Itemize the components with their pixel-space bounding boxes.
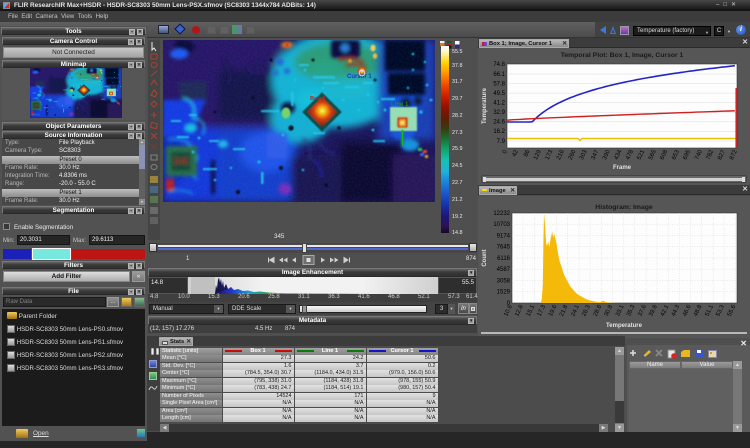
svg-text:Temporal Plot: Box 1, Image, C: Temporal Plot: Box 1, Image, Cursor 1 [561, 52, 684, 59]
svg-text:24.6: 24.6 [493, 120, 505, 126]
svg-text:32.9: 32.9 [493, 110, 505, 116]
svg-text:37.8: 37.8 [452, 63, 463, 69]
svg-text:49.5: 49.5 [493, 91, 505, 97]
svg-text:21.2: 21.2 [452, 197, 463, 203]
svg-text:9174: 9174 [497, 233, 511, 239]
svg-text:66.1: 66.1 [493, 72, 505, 78]
svg-text:28.2: 28.2 [452, 113, 463, 119]
svg-text:1529: 1529 [497, 290, 511, 296]
svg-text:Histogram: Image: Histogram: Image [595, 204, 653, 211]
svg-text:29.7: 29.7 [452, 96, 463, 102]
svg-text:24.5: 24.5 [452, 163, 463, 169]
svg-text:57.8: 57.8 [493, 81, 505, 87]
svg-text:55.5: 55.5 [452, 49, 463, 55]
svg-text:27.3: 27.3 [452, 130, 463, 136]
svg-text:Box 1: Box 1 [310, 96, 327, 102]
svg-text:12232: 12232 [493, 211, 510, 217]
svg-text:Count: Count [482, 249, 488, 266]
svg-text:7645: 7645 [497, 245, 511, 251]
svg-text:16.2: 16.2 [493, 129, 505, 135]
svg-text:22.7: 22.7 [452, 180, 463, 186]
svg-text:10703: 10703 [493, 222, 510, 228]
svg-text:Line 1: Line 1 [391, 102, 409, 108]
svg-text:31.7: 31.7 [452, 79, 463, 85]
svg-text:41.2: 41.2 [493, 101, 505, 107]
svg-text:14.8: 14.8 [452, 230, 463, 236]
svg-text:Temperature: Temperature [482, 87, 488, 124]
svg-text:3058: 3058 [497, 278, 511, 284]
svg-text:Frame: Frame [613, 165, 632, 171]
svg-text:4587: 4587 [497, 267, 511, 273]
svg-text:7.9: 7.9 [497, 139, 506, 145]
svg-text:6116: 6116 [497, 256, 511, 262]
svg-text:19.2: 19.2 [452, 214, 463, 220]
svg-text:Temperature: Temperature [606, 323, 643, 329]
svg-text:25.9: 25.9 [452, 146, 463, 152]
svg-text:74.8: 74.8 [493, 62, 505, 68]
